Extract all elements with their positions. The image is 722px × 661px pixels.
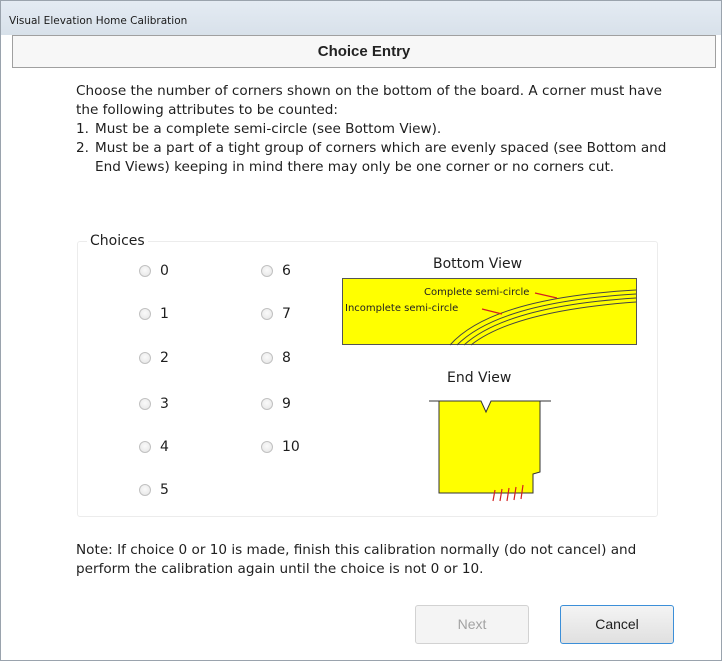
radio-circle[interactable] [261,308,273,320]
radio-label: 8 [282,350,291,366]
note-text: Note: If choice 0 or 10 is made, finish … [76,542,637,577]
choice-radio-2[interactable]: 2 [139,350,169,366]
radio-label: 9 [282,396,291,412]
next-button[interactable]: Next [415,605,529,644]
end-view-title: End View [447,370,512,386]
radio-label: 6 [282,263,291,279]
radio-circle[interactable] [139,352,151,364]
choice-radio-4[interactable]: 4 [139,439,169,455]
radio-circle[interactable] [139,398,151,410]
criteria-item: 1. Must be a complete semi-circle (see Bo… [76,120,676,139]
criteria-text: Must be a complete semi-circle (see Bott… [95,121,442,137]
choices-legend: Choices [87,233,148,249]
instructions: Choose the number of corners shown on th… [76,82,676,177]
radio-circle[interactable] [261,441,273,453]
board-end-shape [438,400,541,494]
radio-circle[interactable] [139,484,151,496]
radio-circle[interactable] [261,398,273,410]
page-header: Choice Entry [12,35,716,68]
choice-radio-6[interactable]: 6 [261,263,291,279]
radio-circle[interactable] [139,441,151,453]
radio-label: 10 [282,439,300,455]
end-view-diagram [429,400,551,502]
radio-circle[interactable] [139,265,151,277]
radio-label: 7 [282,306,291,322]
radio-label: 1 [160,306,169,322]
title-bar[interactable]: Visual Elevation Home Calibration [1,1,721,35]
radio-label: 4 [160,439,169,455]
cancel-button[interactable]: Cancel [560,605,674,644]
criteria-item: 2. Must be a part of a tight group of cor… [76,139,676,177]
bottom-view-diagram: Complete semi-circle Incomplete semi-cir… [342,278,637,346]
criteria-number: 1. [76,121,89,137]
choice-radio-10[interactable]: 10 [261,439,300,455]
radio-label: 0 [160,263,169,279]
choice-radio-0[interactable]: 0 [139,263,169,279]
radio-circle[interactable] [261,265,273,277]
choice-radio-9[interactable]: 9 [261,396,291,412]
radio-label: 2 [160,350,169,366]
criteria-number: 2. [76,140,89,156]
radio-label: 3 [160,396,169,412]
incomplete-semicircle-label: Incomplete semi-circle [345,303,458,314]
criteria-list: 1. Must be a complete semi-circle (see Bo… [76,120,676,177]
choice-radio-1[interactable]: 1 [139,306,169,322]
radio-circle[interactable] [261,352,273,364]
radio-label: 5 [160,482,169,498]
choice-radio-5[interactable]: 5 [139,482,169,498]
choice-radio-7[interactable]: 7 [261,306,291,322]
instructions-paragraph: Choose the number of corners shown on th… [76,83,663,118]
complete-semicircle-label: Complete semi-circle [424,287,529,298]
bottom-view-title: Bottom View [433,256,523,272]
radio-circle[interactable] [139,308,151,320]
choice-radio-8[interactable]: 8 [261,350,291,366]
criteria-text: Must be a part of a tight group of corne… [95,140,667,175]
choice-radio-3[interactable]: 3 [139,396,169,412]
window-title: Visual Elevation Home Calibration [9,15,188,27]
